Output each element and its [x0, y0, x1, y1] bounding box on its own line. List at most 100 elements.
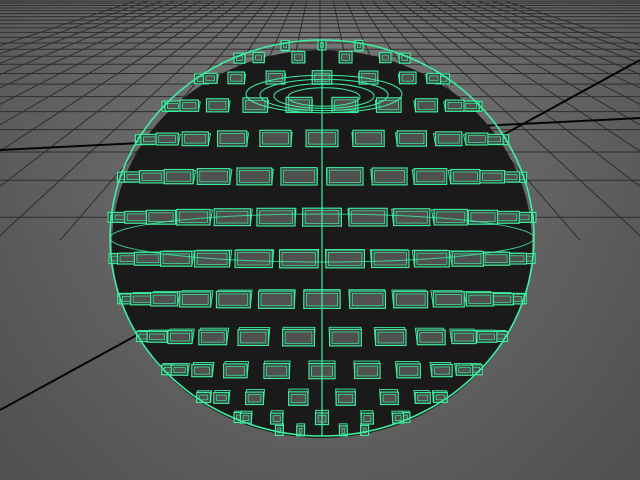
spike-box: [433, 131, 463, 147]
spike-box: [227, 71, 247, 85]
spike-box: [215, 289, 253, 309]
spike-face-inset: [363, 415, 372, 422]
spike-box: [270, 410, 284, 425]
spike-face-inset: [240, 331, 267, 344]
spike-face-inset: [281, 252, 316, 266]
spike-face-inset: [198, 394, 209, 401]
spike-face-inset: [329, 169, 361, 183]
spike-face-inset: [496, 213, 518, 222]
spike-face-inset: [126, 213, 148, 222]
spike-face-inset: [294, 53, 303, 61]
spike-box: [373, 327, 407, 347]
spike-box: [353, 360, 381, 380]
spike-box: [176, 208, 213, 226]
spike-face-inset: [148, 212, 174, 223]
spike-face-inset: [181, 294, 209, 305]
spike-face-inset: [184, 133, 207, 144]
spike-face-inset: [215, 394, 227, 402]
spike-face-inset: [395, 293, 426, 306]
selected-spiky-sphere-mesh[interactable]: [107, 39, 537, 438]
spike-face-inset: [284, 331, 313, 344]
spike-face-inset: [373, 252, 407, 266]
spike-face-inset: [166, 171, 192, 182]
spike-box: [411, 168, 448, 185]
spike-box: [257, 289, 296, 309]
spike-box: [359, 423, 370, 436]
spike-box: [288, 388, 309, 406]
spike-box: [449, 328, 477, 345]
spike-face-inset: [484, 254, 508, 264]
spike-box: [234, 249, 275, 269]
spike-face-inset: [452, 171, 478, 182]
spike-face-inset: [417, 394, 429, 402]
spike-face-inset: [225, 366, 245, 376]
spike-face-inset: [331, 331, 360, 344]
spike-box: [252, 51, 266, 64]
spike-box: [259, 129, 293, 148]
spike-face-inset: [298, 428, 303, 434]
spike-box: [138, 170, 168, 184]
spike-face-inset: [433, 366, 451, 375]
spike-face-inset: [182, 102, 197, 110]
spike-face-inset: [435, 394, 446, 401]
spike-box: [414, 327, 446, 346]
spike-face-inset: [416, 170, 445, 183]
spike-box: [263, 360, 291, 380]
spike-box: [413, 98, 439, 113]
spike-face-inset: [419, 332, 444, 343]
spike-face-inset: [351, 210, 385, 224]
spike-box: [397, 71, 417, 85]
spike-face-inset: [351, 293, 384, 307]
spike-box: [454, 362, 474, 376]
spike-box: [216, 130, 250, 147]
spike-face-inset: [239, 170, 270, 183]
spike-box: [347, 207, 388, 227]
spike-box: [245, 389, 265, 406]
spike-box: [429, 361, 453, 378]
spike-face-inset: [465, 103, 477, 109]
spike-face-inset: [436, 211, 466, 223]
spike-box: [279, 249, 320, 269]
spike-face-inset: [356, 365, 378, 377]
spike-box: [198, 327, 230, 346]
spike-box: [391, 289, 429, 309]
spike-face-inset: [200, 332, 225, 343]
spike-face-inset: [259, 210, 293, 224]
spike-face-inset: [230, 74, 243, 82]
spike-face-inset: [136, 254, 160, 264]
spike-face-inset: [255, 54, 263, 61]
spike-box: [223, 361, 250, 379]
spike-box: [430, 290, 465, 308]
spike-face-inset: [382, 394, 397, 403]
spike-box: [413, 389, 431, 404]
spike-face-inset: [401, 74, 414, 82]
spike-face-inset: [272, 415, 281, 422]
spike-box: [379, 389, 399, 406]
spike-box: [163, 168, 197, 185]
spike-box: [325, 167, 364, 186]
spike-box: [213, 389, 231, 404]
spike-face-inset: [152, 294, 176, 304]
spike-box: [328, 326, 362, 347]
spike-box: [282, 326, 316, 347]
spike-face-inset: [260, 293, 293, 307]
spike-box: [179, 99, 201, 112]
spike-face-inset: [219, 133, 245, 145]
spike-face-inset: [435, 294, 463, 305]
spike-face-inset: [193, 366, 211, 375]
spike-face-inset: [374, 170, 405, 183]
spike-box: [202, 72, 219, 84]
spike-box: [378, 51, 392, 64]
spike-box: [280, 167, 319, 186]
spike-face-inset: [394, 415, 402, 421]
spike-box: [338, 50, 353, 64]
spike-box: [256, 207, 297, 227]
spike-face-inset: [338, 393, 354, 404]
spike-face-inset: [167, 103, 179, 109]
3d-viewport[interactable]: [0, 0, 640, 480]
spike-box: [181, 131, 211, 147]
spike-face-inset: [487, 136, 502, 143]
spike-box: [335, 388, 356, 406]
spike-face-inset: [355, 132, 383, 145]
spike-face-inset: [142, 136, 157, 143]
